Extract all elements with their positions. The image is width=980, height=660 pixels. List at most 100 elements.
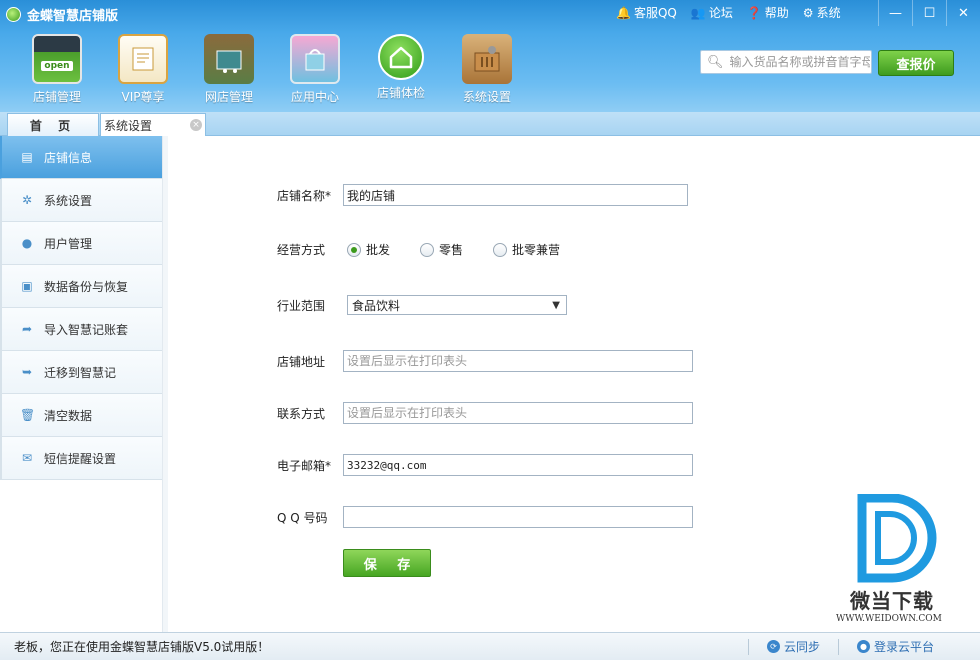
search-icon: 🔍︎ (707, 54, 724, 70)
tab-close-icon[interactable]: × (190, 119, 202, 131)
watermark-url: WWW.WEIDOWN.COM (836, 614, 942, 624)
contact-input[interactable] (343, 402, 693, 424)
sidebar-item-sms[interactable]: ✉ 短信提醒设置 (0, 437, 167, 480)
gear-icon: ✲ (21, 193, 33, 207)
nav-store-manage-label: 店铺管理 (32, 90, 81, 104)
contact-row: 联系方式 (277, 402, 693, 424)
email-label: 电子邮箱* (277, 458, 332, 473)
help-icon: ❓ (746, 5, 762, 20)
top-links: 🔔 客服QQ 👥 论坛 ❓ 帮助 ⚙ 系统 (616, 4, 855, 21)
check-price-button[interactable]: 查报价 (878, 50, 954, 76)
status-divider (837, 638, 839, 655)
maximize-button[interactable]: ☐ (912, 0, 946, 26)
status-bar: 老板，您正在使用金蝶智慧店铺版V5.0试用版！ ⟳ 云同步 ● 登录云平台 (0, 632, 980, 660)
sync-icon: ⟳ (766, 640, 780, 653)
watermark: 微当下载 WWW.WEIDOWN.COM (836, 493, 970, 624)
industry-row: 行业范围 食品饮料 ▼ (277, 295, 567, 315)
sidebar-item-label: 系统设置 (44, 193, 93, 208)
app-logo-icon (6, 6, 21, 22)
users-icon: 👥 (690, 5, 706, 20)
migrate-arrow-icon: ➥ (21, 365, 33, 379)
cloud-sync-button[interactable]: ⟳ 云同步 (766, 638, 820, 655)
status-actions: ⟳ 云同步 ● 登录云平台 (730, 638, 934, 655)
user-icon: ● (21, 236, 33, 250)
watermark-name: 微当下载 (850, 589, 934, 613)
radio-wholesale[interactable]: 批发 (347, 241, 390, 258)
app-center-bag-icon (290, 34, 340, 84)
shop-name-row: 店铺名称* (277, 184, 688, 206)
nav-system-settings[interactable]: 系统设置 (444, 34, 530, 105)
radio-wholesale-label: 批发 (366, 243, 391, 257)
nav-vip[interactable]: VIP尊享 (100, 34, 186, 105)
address-label: 店铺地址 (277, 354, 326, 369)
sidebar-item-label: 短信提醒设置 (44, 451, 117, 466)
nav-web-store[interactable]: 网店管理 (186, 34, 272, 105)
sidebar-item-backup[interactable]: ▣ 数据备份与恢复 (0, 265, 167, 308)
user-icon: ● (856, 640, 870, 653)
sidebar-item-system-settings[interactable]: ✲ 系统设置 (0, 179, 167, 222)
tab-bar: 首 页 系统设置 × (0, 112, 980, 136)
status-message: 老板，您正在使用金蝶智慧店铺版V5.0试用版！ (14, 640, 270, 654)
store-open-icon: open (32, 34, 82, 84)
sidebar-item-user-manage[interactable]: ● 用户管理 (0, 222, 167, 265)
industry-select-value: 食品饮料 (352, 298, 401, 313)
address-input[interactable] (343, 350, 693, 372)
shop-name-input[interactable] (343, 184, 688, 206)
address-row: 店铺地址 (277, 350, 693, 372)
nav-store-check[interactable]: 店铺体检 (358, 34, 444, 105)
settings-toolbox-icon (462, 34, 512, 84)
radio-retail-label: 零售 (439, 243, 464, 257)
sidebar-item-label: 导入智慧记账套 (44, 322, 129, 337)
radio-both[interactable]: 批零兼营 (493, 241, 560, 258)
mail-icon: ✉ (21, 451, 33, 465)
sidebar-item-label: 迁移到智慧记 (44, 365, 117, 380)
qq-input[interactable] (343, 506, 693, 528)
sidebar-item-import[interactable]: ➦ 导入智慧记账套 (0, 308, 167, 351)
top-link-forum[interactable]: 👥 论坛 (691, 4, 733, 21)
nav-app-center[interactable]: 应用中心 (272, 34, 358, 105)
nav-app-center-label: 应用中心 (290, 90, 339, 104)
chevron-down-icon: ▼ (552, 299, 560, 311)
nav-system-settings-label: 系统设置 (462, 90, 511, 104)
top-link-help-label: 帮助 (764, 6, 789, 20)
shop-name-label: 店铺名称* (277, 188, 332, 203)
save-button[interactable]: 保 存 (343, 549, 431, 577)
sidebar-item-migrate[interactable]: ➥ 迁移到智慧记 (0, 351, 167, 394)
radio-wholesale-dot (347, 242, 361, 257)
sidebar: ▤ 店铺信息 ✲ 系统设置 ● 用户管理 ▣ 数据备份与恢复 ➦ 导入智慧记账套… (0, 136, 168, 632)
trash-icon: 🗑︎ (20, 408, 36, 422)
sidebar-item-shop-info[interactable]: ▤ 店铺信息 (0, 136, 167, 179)
nav-web-store-label: 网店管理 (204, 90, 253, 104)
email-row: 电子邮箱* (277, 454, 693, 476)
app-header: 金蝶智慧店铺版 🔔 客服QQ 👥 论坛 ❓ 帮助 ⚙ 系统 — ☐ ✕ open… (0, 0, 980, 112)
tab-home[interactable]: 首 页 (7, 113, 99, 136)
top-link-system[interactable]: ⚙ 系统 (803, 4, 841, 21)
app-title: 金蝶智慧店铺版 (6, 5, 118, 24)
biz-mode-label: 经营方式 (277, 243, 326, 257)
login-cloud-button[interactable]: ● 登录云平台 (856, 638, 934, 655)
tab-system-settings[interactable]: 系统设置 × (100, 113, 206, 136)
top-link-qq[interactable]: 🔔 客服QQ (616, 4, 677, 21)
store-open-sign: open (41, 61, 73, 71)
close-button[interactable]: ✕ (946, 0, 980, 26)
nav-store-manage[interactable]: open 店铺管理 (14, 34, 100, 105)
nav-store-check-label: 店铺体检 (376, 86, 425, 100)
web-store-cart-icon (204, 34, 254, 84)
industry-select[interactable]: 食品饮料 ▼ (347, 295, 567, 315)
qq-label: Q Q 号码 (277, 510, 328, 525)
search-input[interactable] (729, 55, 870, 69)
radio-both-label: 批零兼营 (512, 243, 561, 257)
top-link-system-label: 系统 (816, 6, 841, 20)
radio-retail[interactable]: 零售 (420, 241, 463, 258)
status-divider (747, 638, 749, 655)
sidebar-scrollbar[interactable] (162, 136, 168, 632)
top-link-help[interactable]: ❓ 帮助 (747, 4, 789, 21)
vip-document-icon (118, 34, 168, 84)
sidebar-item-clear-data[interactable]: 🗑︎ 清空数据 (0, 394, 167, 437)
minimize-button[interactable]: — (878, 0, 912, 26)
radio-both-dot (493, 242, 508, 257)
nav-vip-label: VIP尊享 (121, 90, 165, 104)
sidebar-item-label: 数据备份与恢复 (44, 279, 129, 294)
email-input[interactable] (343, 454, 693, 476)
window-controls: — ☐ ✕ (878, 0, 980, 26)
